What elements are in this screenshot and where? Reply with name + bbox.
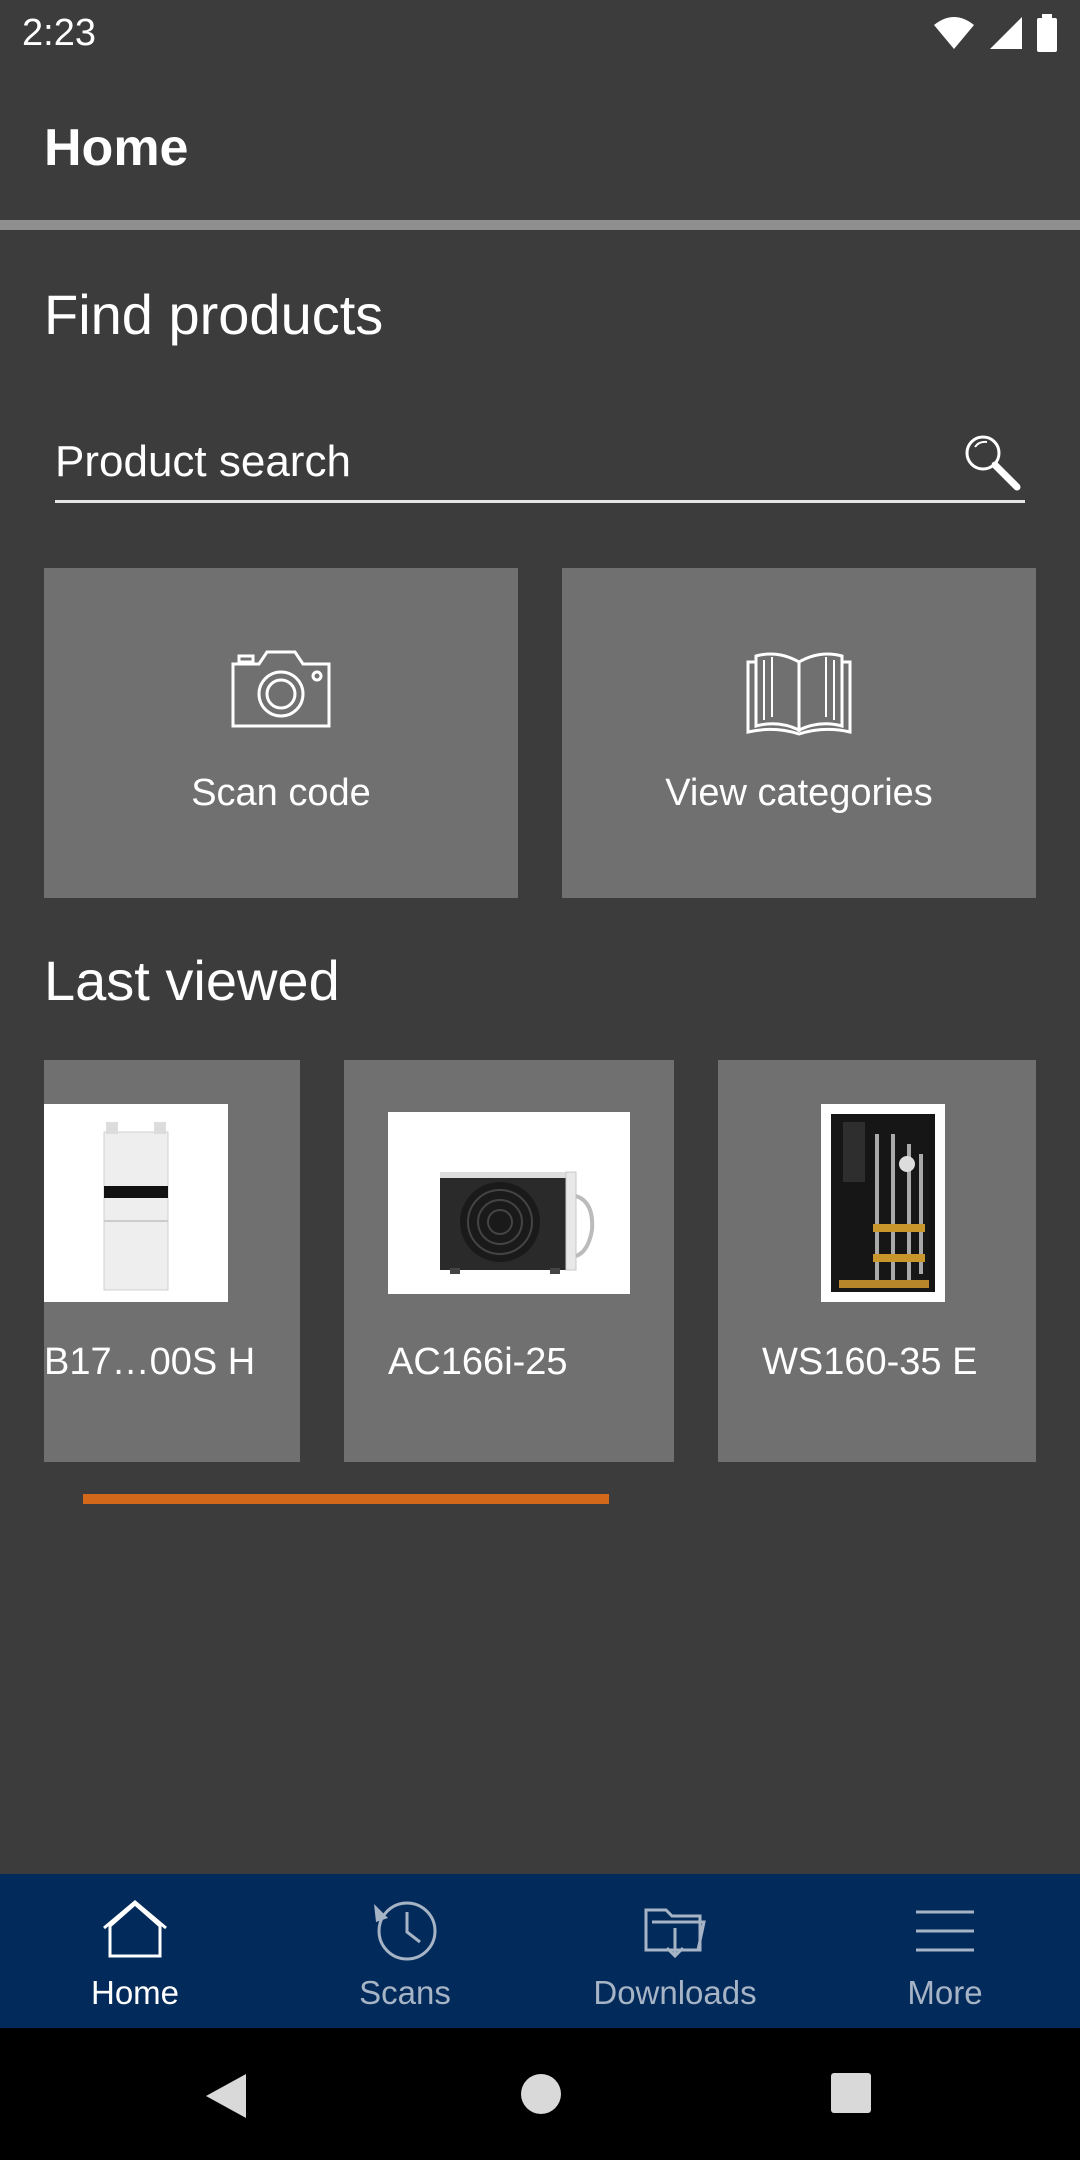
view-categories-label: View categories (665, 772, 933, 814)
wifi-icon (934, 17, 974, 49)
nav-scans[interactable]: Scans (270, 1874, 540, 2028)
status-bar: 2:23 (0, 0, 1080, 66)
status-icons (932, 14, 1058, 52)
nav-downloads[interactable]: Downloads (540, 1874, 810, 2028)
nav-more-label: More (907, 1974, 983, 2011)
menu-icon (916, 1910, 974, 1952)
camera-icon (231, 650, 331, 728)
nav-more[interactable]: More (810, 1874, 1080, 2028)
battery-icon (1037, 14, 1057, 52)
water-station-image (831, 1114, 935, 1292)
page-title: Home (44, 119, 189, 177)
home-icon (103, 1900, 167, 1958)
back-icon[interactable] (204, 2072, 248, 2120)
view-categories-tile[interactable]: View categories (562, 568, 1036, 898)
product-search (55, 425, 1025, 503)
header-divider (0, 220, 1080, 230)
cell-signal-icon (990, 17, 1022, 49)
outdoor-unit-image (440, 1171, 595, 1274)
nav-downloads-label: Downloads (593, 1974, 757, 2011)
last-viewed-item-name: WS160-35 E (762, 1341, 978, 1383)
product-image (44, 1104, 228, 1302)
product-image (821, 1104, 945, 1302)
app-header: Home (0, 66, 1080, 220)
last-viewed-card[interactable] (44, 1060, 300, 1462)
nav-scans-label: Scans (359, 1974, 451, 2011)
last-viewed-heading: Last viewed (44, 949, 340, 1012)
system-navigation-bar (0, 2028, 1080, 2160)
last-viewed-card[interactable] (718, 1060, 1036, 1462)
scan-code-label: Scan code (191, 772, 371, 814)
boiler-image (103, 1122, 169, 1291)
book-icon (746, 652, 852, 736)
status-time: 2:23 (22, 12, 96, 54)
nav-home-label: Home (90, 1974, 180, 2011)
product-search-input[interactable] (55, 425, 935, 499)
product-image (388, 1112, 630, 1294)
last-viewed-item-name: B17…00S H (44, 1341, 256, 1383)
bottom-navigation: Home Scans Downloads More (0, 1874, 1080, 2028)
recents-icon[interactable] (830, 2072, 872, 2114)
find-products-heading: Find products (44, 283, 384, 346)
last-viewed-item-name: AC166i-25 (388, 1341, 568, 1383)
last-viewed-card[interactable] (344, 1060, 674, 1462)
download-folder-icon (644, 1908, 706, 1959)
history-icon (374, 1901, 437, 1961)
nav-home[interactable]: Home (0, 1874, 270, 2028)
carousel-scroll-indicator (83, 1494, 609, 1504)
scan-code-tile[interactable]: Scan code (44, 568, 518, 898)
search-icon[interactable] (961, 431, 1023, 493)
home-circle-icon[interactable] (519, 2072, 563, 2116)
